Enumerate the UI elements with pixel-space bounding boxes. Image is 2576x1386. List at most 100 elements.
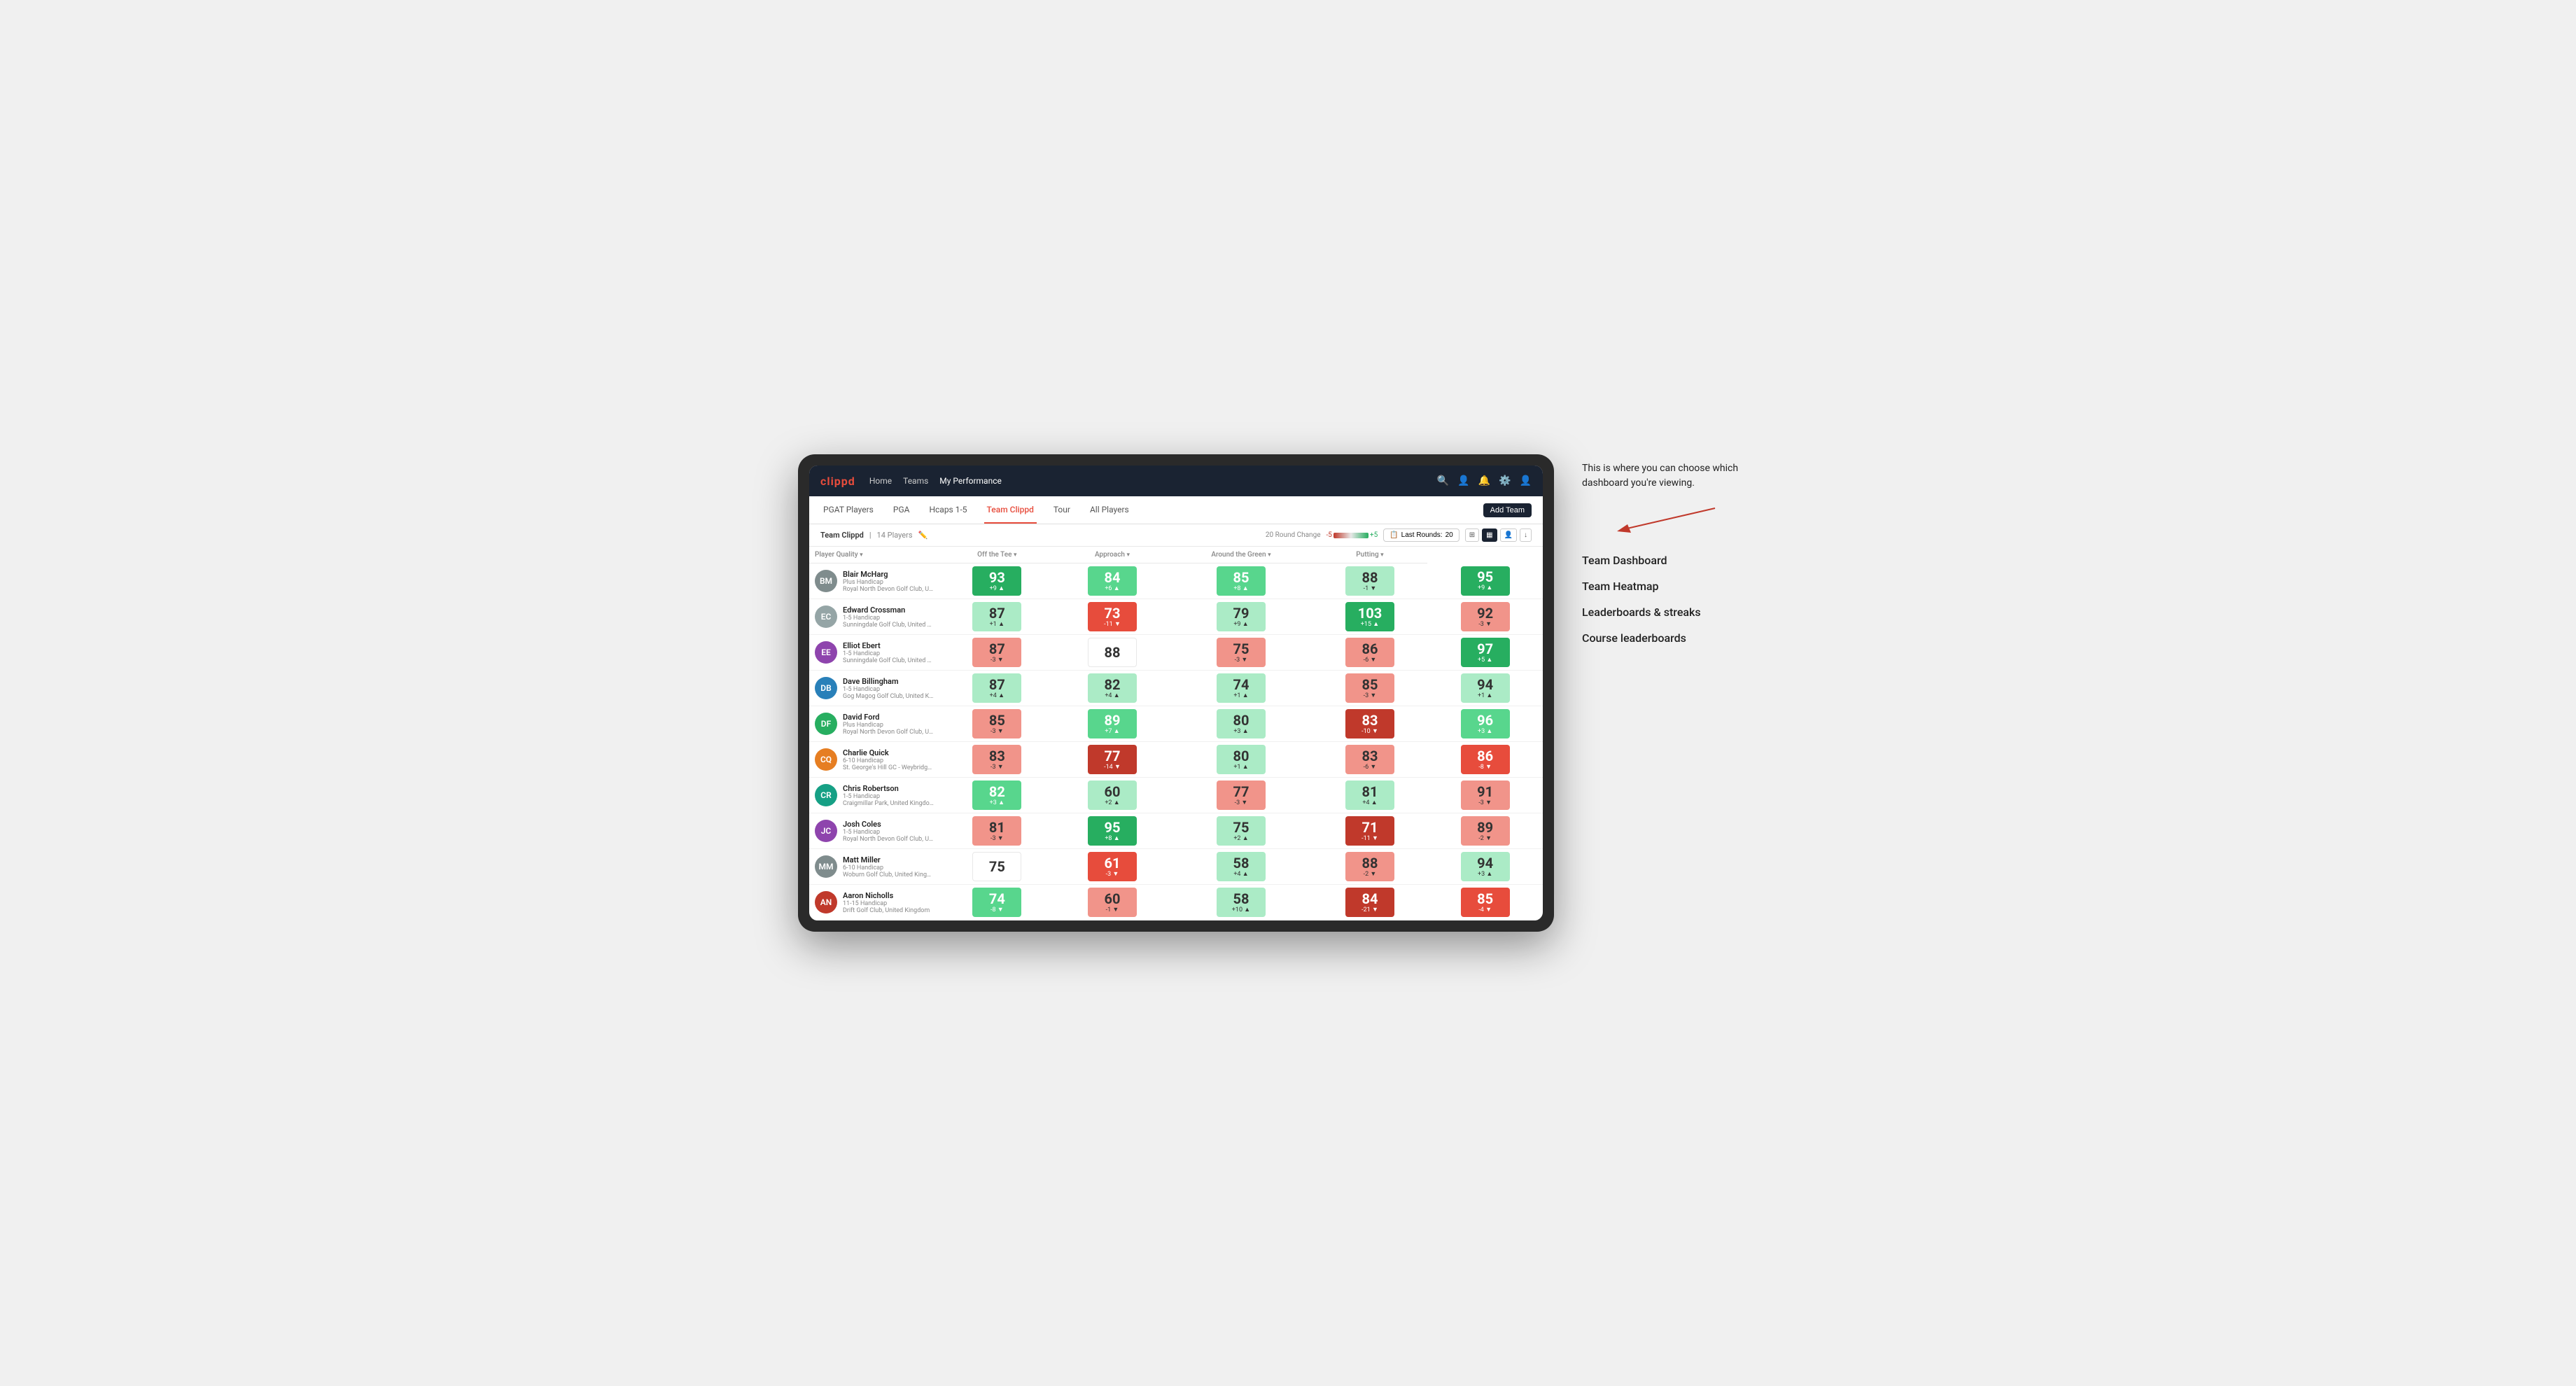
- stat-cell-tee-0: 84+6 ▲: [1055, 564, 1170, 599]
- last-rounds-label: Last Rounds:: [1401, 531, 1443, 539]
- download-button[interactable]: ↓: [1520, 528, 1532, 542]
- avatar: BM: [815, 570, 837, 592]
- profile-icon[interactable]: 👤: [1520, 475, 1532, 486]
- player-cell-1[interactable]: ECEdward Crossman1-5 HandicapSunningdale…: [809, 599, 939, 635]
- stat-change: -3 ▼: [990, 763, 1004, 771]
- stat-change: -11 ▼: [1362, 834, 1378, 842]
- player-cell-4[interactable]: DFDavid FordPlus HandicapRoyal North Dev…: [809, 706, 939, 742]
- stat-cell-tee-5: 77-14 ▼: [1055, 742, 1170, 778]
- stat-cell-approach-9: 58+10 ▲: [1170, 885, 1312, 920]
- subnav: PGAT Players PGA Hcaps 1-5 Team Clippd T…: [809, 496, 1543, 524]
- stat-value: 83: [989, 749, 1005, 763]
- player-name: Charlie Quick: [843, 748, 934, 757]
- menu-item-1[interactable]: Team Heatmap: [1582, 580, 1778, 593]
- stat-cell-quality-5: 83-3 ▼: [939, 742, 1055, 778]
- menu-item-3[interactable]: Course leaderboards: [1582, 631, 1778, 645]
- player-cell-6[interactable]: CRChris Robertson1-5 HandicapCraigmillar…: [809, 778, 939, 813]
- stat-value: 94: [1477, 856, 1493, 870]
- tab-all-players[interactable]: All Players: [1087, 496, 1132, 524]
- stat-value: 75: [1233, 642, 1250, 656]
- stat-change: +3 ▲: [1478, 727, 1492, 735]
- stat-change: -8 ▼: [1478, 763, 1492, 771]
- tab-tour[interactable]: Tour: [1051, 496, 1073, 524]
- player-cell-5[interactable]: CQCharlie Quick6-10 HandicapSt. George's…: [809, 742, 939, 778]
- stat-value: 89: [1477, 820, 1493, 834]
- add-team-button[interactable]: Add Team: [1483, 503, 1532, 517]
- last-rounds-button[interactable]: 📋 Last Rounds: 20: [1383, 528, 1460, 542]
- stat-change: -2 ▼: [1364, 870, 1377, 878]
- search-icon[interactable]: 🔍: [1437, 475, 1449, 486]
- table-row: EEElliot Ebert1-5 HandicapSunningdale Go…: [809, 635, 1543, 671]
- player-handicap: 1-5 Handicap: [843, 829, 934, 836]
- stat-cell-putting-2: 97+5 ▲: [1427, 635, 1543, 671]
- tab-team-clippd[interactable]: Team Clippd: [984, 496, 1037, 524]
- player-handicap: 1-5 Handicap: [843, 615, 934, 622]
- player-handicap: 6-10 Handicap: [843, 757, 934, 764]
- edit-icon[interactable]: ✏️: [918, 531, 928, 540]
- annotation-arrow-svg: [1582, 505, 1722, 533]
- stat-value: 83: [1362, 749, 1378, 763]
- stat-value: 81: [1362, 785, 1378, 799]
- tab-hcaps[interactable]: Hcaps 1-5: [926, 496, 969, 524]
- stat-cell-quality-0: 93+9 ▲: [939, 564, 1055, 599]
- player-cell-7[interactable]: JCJosh Coles1-5 HandicapRoyal North Devo…: [809, 813, 939, 849]
- user-icon[interactable]: 👤: [1457, 475, 1469, 486]
- table-container: Player Quality ▾ Off the Tee ▾ Approach …: [809, 547, 1543, 920]
- menu-item-0[interactable]: Team Dashboard: [1582, 554, 1778, 567]
- stat-cell-tee-8: 61-3 ▼: [1055, 849, 1170, 885]
- player-cell-9[interactable]: ANAaron Nicholls11-15 HandicapDrift Golf…: [809, 885, 939, 920]
- person-view-button[interactable]: 👤: [1500, 528, 1517, 542]
- stat-cell-around_green-0: 88-1 ▼: [1312, 564, 1428, 599]
- stat-value: 87: [989, 642, 1005, 656]
- stat-change: -1 ▼: [1364, 584, 1377, 592]
- stat-value: 95: [1105, 820, 1121, 834]
- settings-icon[interactable]: ⚙️: [1499, 475, 1511, 486]
- player-cell-0[interactable]: BMBlair McHargPlus HandicapRoyal North D…: [809, 564, 939, 599]
- stat-value: 82: [989, 785, 1005, 799]
- player-name: David Ford: [843, 713, 934, 722]
- stat-value: 74: [1233, 678, 1250, 692]
- tab-pga[interactable]: PGA: [890, 496, 913, 524]
- player-name: Chris Robertson: [843, 784, 934, 793]
- player-club: Craigmillar Park, United Kingdom: [843, 800, 934, 807]
- stat-value: 80: [1233, 749, 1250, 763]
- stat-cell-approach-2: 75-3 ▼: [1170, 635, 1312, 671]
- bell-icon[interactable]: 🔔: [1478, 475, 1490, 486]
- stat-change: +9 ▲: [990, 584, 1004, 592]
- player-club: Drift Golf Club, United Kingdom: [843, 907, 930, 914]
- player-handicap: Plus Handicap: [843, 722, 934, 729]
- player-name: Dave Billingham: [843, 677, 934, 686]
- player-cell-2[interactable]: EEElliot Ebert1-5 HandicapSunningdale Go…: [809, 635, 939, 671]
- col-around-green: Around the Green ▾: [1170, 547, 1312, 564]
- player-cell-8[interactable]: MMMatt Miller6-10 HandicapWoburn Golf Cl…: [809, 849, 939, 885]
- stat-value: 79: [1233, 606, 1250, 620]
- stat-value: 87: [989, 678, 1005, 692]
- stat-cell-approach-0: 85+8 ▲: [1170, 564, 1312, 599]
- player-name: Aaron Nicholls: [843, 891, 930, 900]
- nav-item-myperformance[interactable]: My Performance: [939, 473, 1002, 489]
- stat-change: +4 ▲: [1362, 799, 1377, 806]
- tab-pgat-players[interactable]: PGAT Players: [820, 496, 876, 524]
- nav-icons: 🔍 👤 🔔 ⚙️ 👤: [1437, 475, 1532, 486]
- menu-item-2[interactable]: Leaderboards & streaks: [1582, 606, 1778, 619]
- stat-cell-quality-6: 82+3 ▲: [939, 778, 1055, 813]
- stat-change: +8 ▲: [1233, 584, 1248, 592]
- player-club: Gog Magog Golf Club, United Kingdom: [843, 693, 934, 700]
- player-cell-3[interactable]: DBDave Billingham1-5 HandicapGog Magog G…: [809, 671, 939, 706]
- grid-view-button[interactable]: ⊞: [1465, 528, 1479, 542]
- player-club: Sunningdale Golf Club, United Kingdom: [843, 657, 934, 664]
- player-handicap: 6-10 Handicap: [843, 864, 934, 872]
- stat-change: +4 ▲: [1233, 870, 1248, 878]
- stat-cell-quality-3: 87+4 ▲: [939, 671, 1055, 706]
- stat-value: 83: [1362, 713, 1378, 727]
- nav-item-teams[interactable]: Teams: [903, 473, 928, 489]
- stat-value: 86: [1477, 749, 1493, 763]
- nav-item-home[interactable]: Home: [869, 473, 892, 489]
- logo[interactable]: clippd: [820, 475, 855, 488]
- stat-cell-putting-6: 91-3 ▼: [1427, 778, 1543, 813]
- stat-change: -6 ▼: [1364, 763, 1377, 771]
- avatar: AN: [815, 891, 837, 913]
- team-bar: Team Clippd | 14 Players ✏️ 20 Round Cha…: [809, 524, 1543, 547]
- avatar: CR: [815, 784, 837, 806]
- heatmap-view-button[interactable]: ▦: [1482, 528, 1497, 542]
